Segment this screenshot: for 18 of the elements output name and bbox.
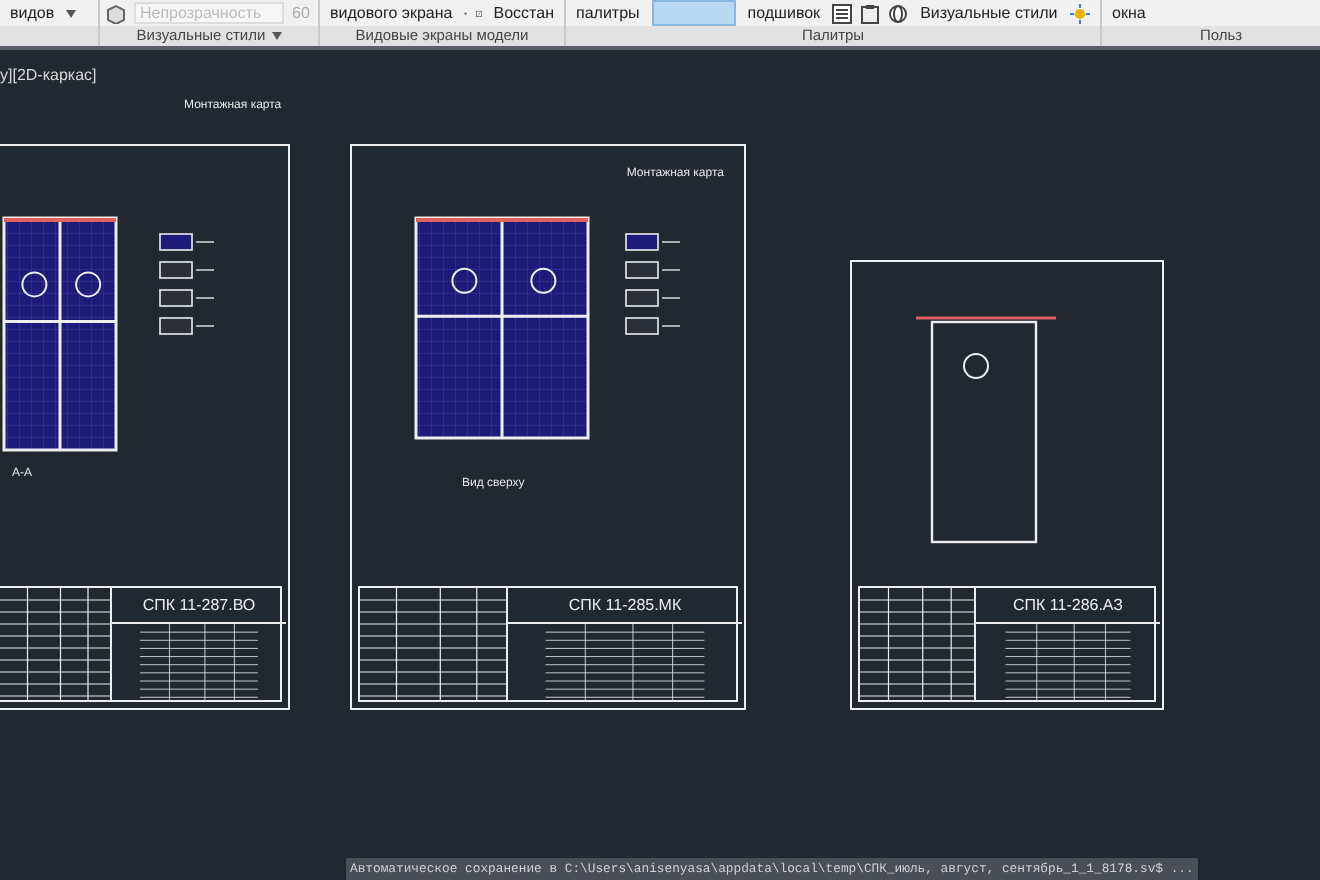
viewport-label: у][2D-каркас] [0,64,97,88]
toolbar-button[interactable]: Визуальные стили [916,2,1062,24]
caret-icon [66,9,77,17]
sheet-code: СПК 11-285.МК [508,588,742,624]
opacity-value: 60 [292,1,310,25]
sheet-code: СПК 11-286.АЗ [976,588,1160,624]
caret-icon [271,32,282,40]
sphere-icon [888,3,909,23]
dropdown-button[interactable]: видового экрана [326,2,457,24]
toolbar-button[interactable]: окна [1108,2,1150,24]
toolbar-button[interactable]: палитры [572,2,644,24]
sun-icon[interactable] [1069,3,1090,23]
toolbar-button[interactable]: подшивок [743,2,825,24]
grid-icon[interactable] [832,3,853,23]
sheet-code: СПК 11-287.ВО [112,588,286,624]
dropdown-button[interactable]: видов [6,2,59,24]
toolbar-button[interactable]: Восстан [489,2,558,24]
clipboard-icon[interactable] [860,3,881,23]
